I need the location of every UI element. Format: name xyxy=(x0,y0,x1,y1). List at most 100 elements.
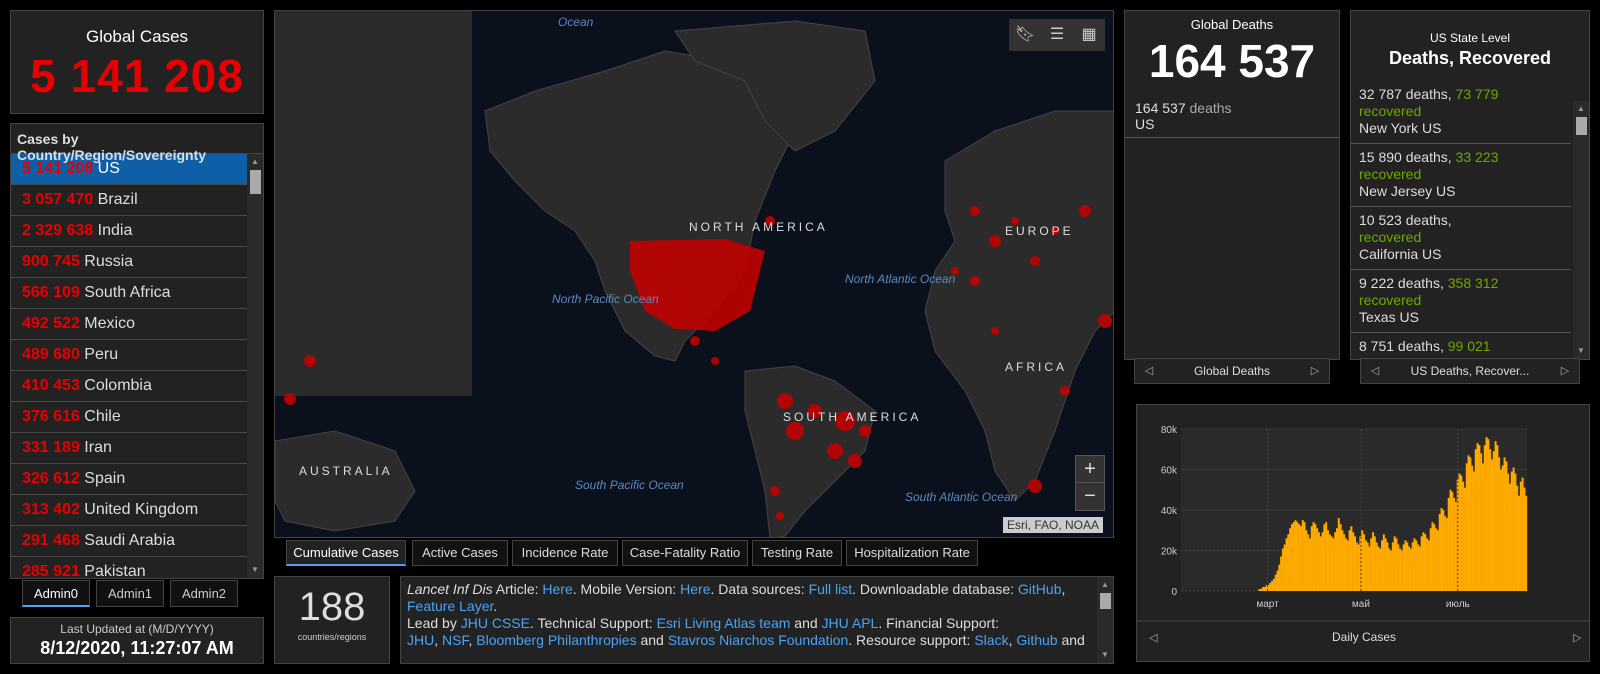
bar xyxy=(1337,518,1340,591)
country-list-item[interactable]: 410 453 Colombia xyxy=(11,371,247,402)
country-count: 5 141 208 xyxy=(22,160,94,177)
tab-cumulative-cases[interactable]: Cumulative Cases xyxy=(286,540,406,566)
bar xyxy=(1458,473,1461,591)
chevron-left-icon[interactable]: ◁ xyxy=(1139,359,1159,383)
tab-admin2[interactable]: Admin2 xyxy=(170,580,238,607)
chevron-right-icon[interactable]: ▷ xyxy=(1305,359,1325,383)
state-deaths: 8 751 deaths, xyxy=(1359,338,1448,354)
bar xyxy=(1490,459,1493,591)
bar xyxy=(1363,534,1366,591)
scroll-thumb[interactable] xyxy=(1100,593,1111,609)
country-name: United Kingdom xyxy=(84,501,199,518)
tab-admin1[interactable]: Admin1 xyxy=(96,580,164,607)
chevron-right-icon[interactable]: ▷ xyxy=(1573,632,1582,644)
bar xyxy=(1420,536,1423,591)
jhu-apl-link[interactable]: JHU APL xyxy=(822,615,879,631)
bar xyxy=(1499,469,1502,591)
daily-cases-chart[interactable]: 0 20k 40k 60k 80k март май июль ◁ Daily Cases ▷ xyxy=(1136,404,1591,662)
bookmark-icon[interactable]: 🔖︎ xyxy=(1009,19,1041,51)
map-canvas[interactable]: NORTH AMERICA SOUTH AMERICA EUROPE AFRIC… xyxy=(275,11,1114,538)
list-item[interactable]: 8 751 deaths, 99 021recoveredMassachuset… xyxy=(1351,333,1571,359)
scroll-up-icon[interactable]: ▲ xyxy=(1097,579,1113,591)
list-item[interactable]: 32 787 deaths, 73 779 recovered New York U… xyxy=(1351,81,1571,144)
bar xyxy=(1397,544,1400,591)
tab-hospitalization-rate[interactable]: Hospitalization Rate xyxy=(846,540,978,566)
us-state-scrollbar[interactable]: ▲ ▼ xyxy=(1573,101,1589,359)
jhu-link[interactable]: JHU xyxy=(407,632,434,648)
feature-layer-link[interactable]: Feature Layer xyxy=(407,598,493,614)
scroll-down-icon[interactable]: ▼ xyxy=(247,564,263,576)
label-north-pacific: North Pacific Ocean xyxy=(552,292,659,306)
country-list-item[interactable]: 2 329 638 India xyxy=(11,216,247,247)
list-item[interactable]: 9 222 deaths, 358 312 recovered Texas US xyxy=(1351,270,1571,333)
legend-list-icon[interactable]: ☰ xyxy=(1041,19,1073,51)
tab-incidence-rate[interactable]: Incidence Rate xyxy=(512,540,618,566)
list-item[interactable]: 164 537 deaths US xyxy=(1125,88,1339,138)
info-scrollbar[interactable]: ▲ ▼ xyxy=(1097,577,1113,663)
info-text: . Downloadable database: xyxy=(852,581,1018,597)
global-deaths-value: 164 537 xyxy=(1148,35,1316,87)
bar xyxy=(1294,520,1297,591)
country-name: South Africa xyxy=(84,284,171,301)
bar xyxy=(1467,455,1470,591)
country-list-scrollbar[interactable]: ▲ ▼ xyxy=(247,154,263,578)
bar xyxy=(1516,485,1519,591)
bar xyxy=(1343,534,1346,591)
list-item[interactable]: 15 890 deaths, 33 223 recovered New Jersey… xyxy=(1351,144,1571,207)
bar xyxy=(1314,524,1317,591)
bar xyxy=(1478,445,1481,591)
country-name: Chile xyxy=(84,408,121,425)
bar xyxy=(1364,540,1367,591)
country-list-item[interactable]: 326 612 Spain xyxy=(11,464,247,495)
country-list-item[interactable]: 489 680 Peru xyxy=(11,340,247,371)
country-count: 3 057 470 xyxy=(22,191,94,208)
country-list-item[interactable]: 492 522 Mexico xyxy=(11,309,247,340)
country-list-item[interactable]: 3 057 470 Brazil xyxy=(11,185,247,216)
scroll-up-icon[interactable]: ▲ xyxy=(247,156,263,168)
full-list-link[interactable]: Full list xyxy=(809,581,853,597)
country-list-item[interactable]: 313 402 United Kingdom xyxy=(11,495,247,526)
tab-testing-rate[interactable]: Testing Rate xyxy=(752,540,842,566)
jhu-csse-link[interactable]: JHU CSSE xyxy=(461,615,530,631)
bloomberg-link[interactable]: Bloomberg Philanthropies xyxy=(476,632,636,648)
scroll-thumb[interactable] xyxy=(1576,117,1587,135)
world-map[interactable]: NORTH AMERICA SOUTH AMERICA EUROPE AFRIC… xyxy=(274,10,1114,538)
bar xyxy=(1357,544,1360,591)
chevron-left-icon[interactable]: ◁ xyxy=(1149,632,1158,644)
esri-team-link[interactable]: Esri Living Atlas team xyxy=(657,615,791,631)
country-name: US xyxy=(97,160,120,177)
bar xyxy=(1379,548,1382,591)
info-text: . Financial Support: xyxy=(878,615,999,631)
article-link[interactable]: Here xyxy=(542,581,572,597)
scroll-down-icon[interactable]: ▼ xyxy=(1097,649,1113,661)
country-list-item[interactable]: 376 616 Chile xyxy=(11,402,247,433)
zoom-in-button[interactable]: + xyxy=(1076,456,1104,483)
country-list-item[interactable]: 900 745 Russia xyxy=(11,247,247,278)
tab-active-cases[interactable]: Active Cases xyxy=(412,540,508,566)
tab-admin0[interactable]: Admin0 xyxy=(22,580,90,607)
country-name: India xyxy=(97,222,133,239)
github-support-link[interactable]: Github xyxy=(1016,632,1057,648)
global-cases-title: Global Cases xyxy=(85,27,189,46)
chevron-left-icon[interactable]: ◁ xyxy=(1365,359,1385,383)
stavros-link[interactable]: Stavros Niarchos Foundation xyxy=(668,632,849,648)
tab-case-fatality-ratio[interactable]: Case-Fatality Ratio xyxy=(622,540,748,566)
scroll-up-icon[interactable]: ▲ xyxy=(1573,103,1589,115)
mobile-link[interactable]: Here xyxy=(680,581,710,597)
country-list-item[interactable]: 331 189 Iran xyxy=(11,433,247,464)
scroll-thumb[interactable] xyxy=(250,170,261,194)
country-list-panel: Cases by Country/Region/Sovereignty 5 14… xyxy=(10,123,264,579)
country-list-item[interactable]: 285 921 Pakistan xyxy=(11,557,247,578)
scroll-down-icon[interactable]: ▼ xyxy=(1573,345,1589,357)
country-list-item[interactable]: 566 109 South Africa xyxy=(11,278,247,309)
github-link[interactable]: GitHub xyxy=(1018,581,1062,597)
chevron-right-icon[interactable]: ▷ xyxy=(1555,359,1575,383)
qr-code-icon[interactable]: ▦ xyxy=(1073,19,1105,51)
slack-link[interactable]: Slack xyxy=(974,632,1008,648)
nsf-link[interactable]: NSF xyxy=(442,632,468,648)
zoom-out-button[interactable]: − xyxy=(1076,483,1104,510)
country-list-item[interactable]: 291 468 Saudi Arabia xyxy=(11,526,247,557)
country-count: 313 402 xyxy=(22,501,80,518)
bar xyxy=(1292,522,1295,591)
list-item[interactable]: 10 523 deaths, recovered California US xyxy=(1351,207,1571,270)
